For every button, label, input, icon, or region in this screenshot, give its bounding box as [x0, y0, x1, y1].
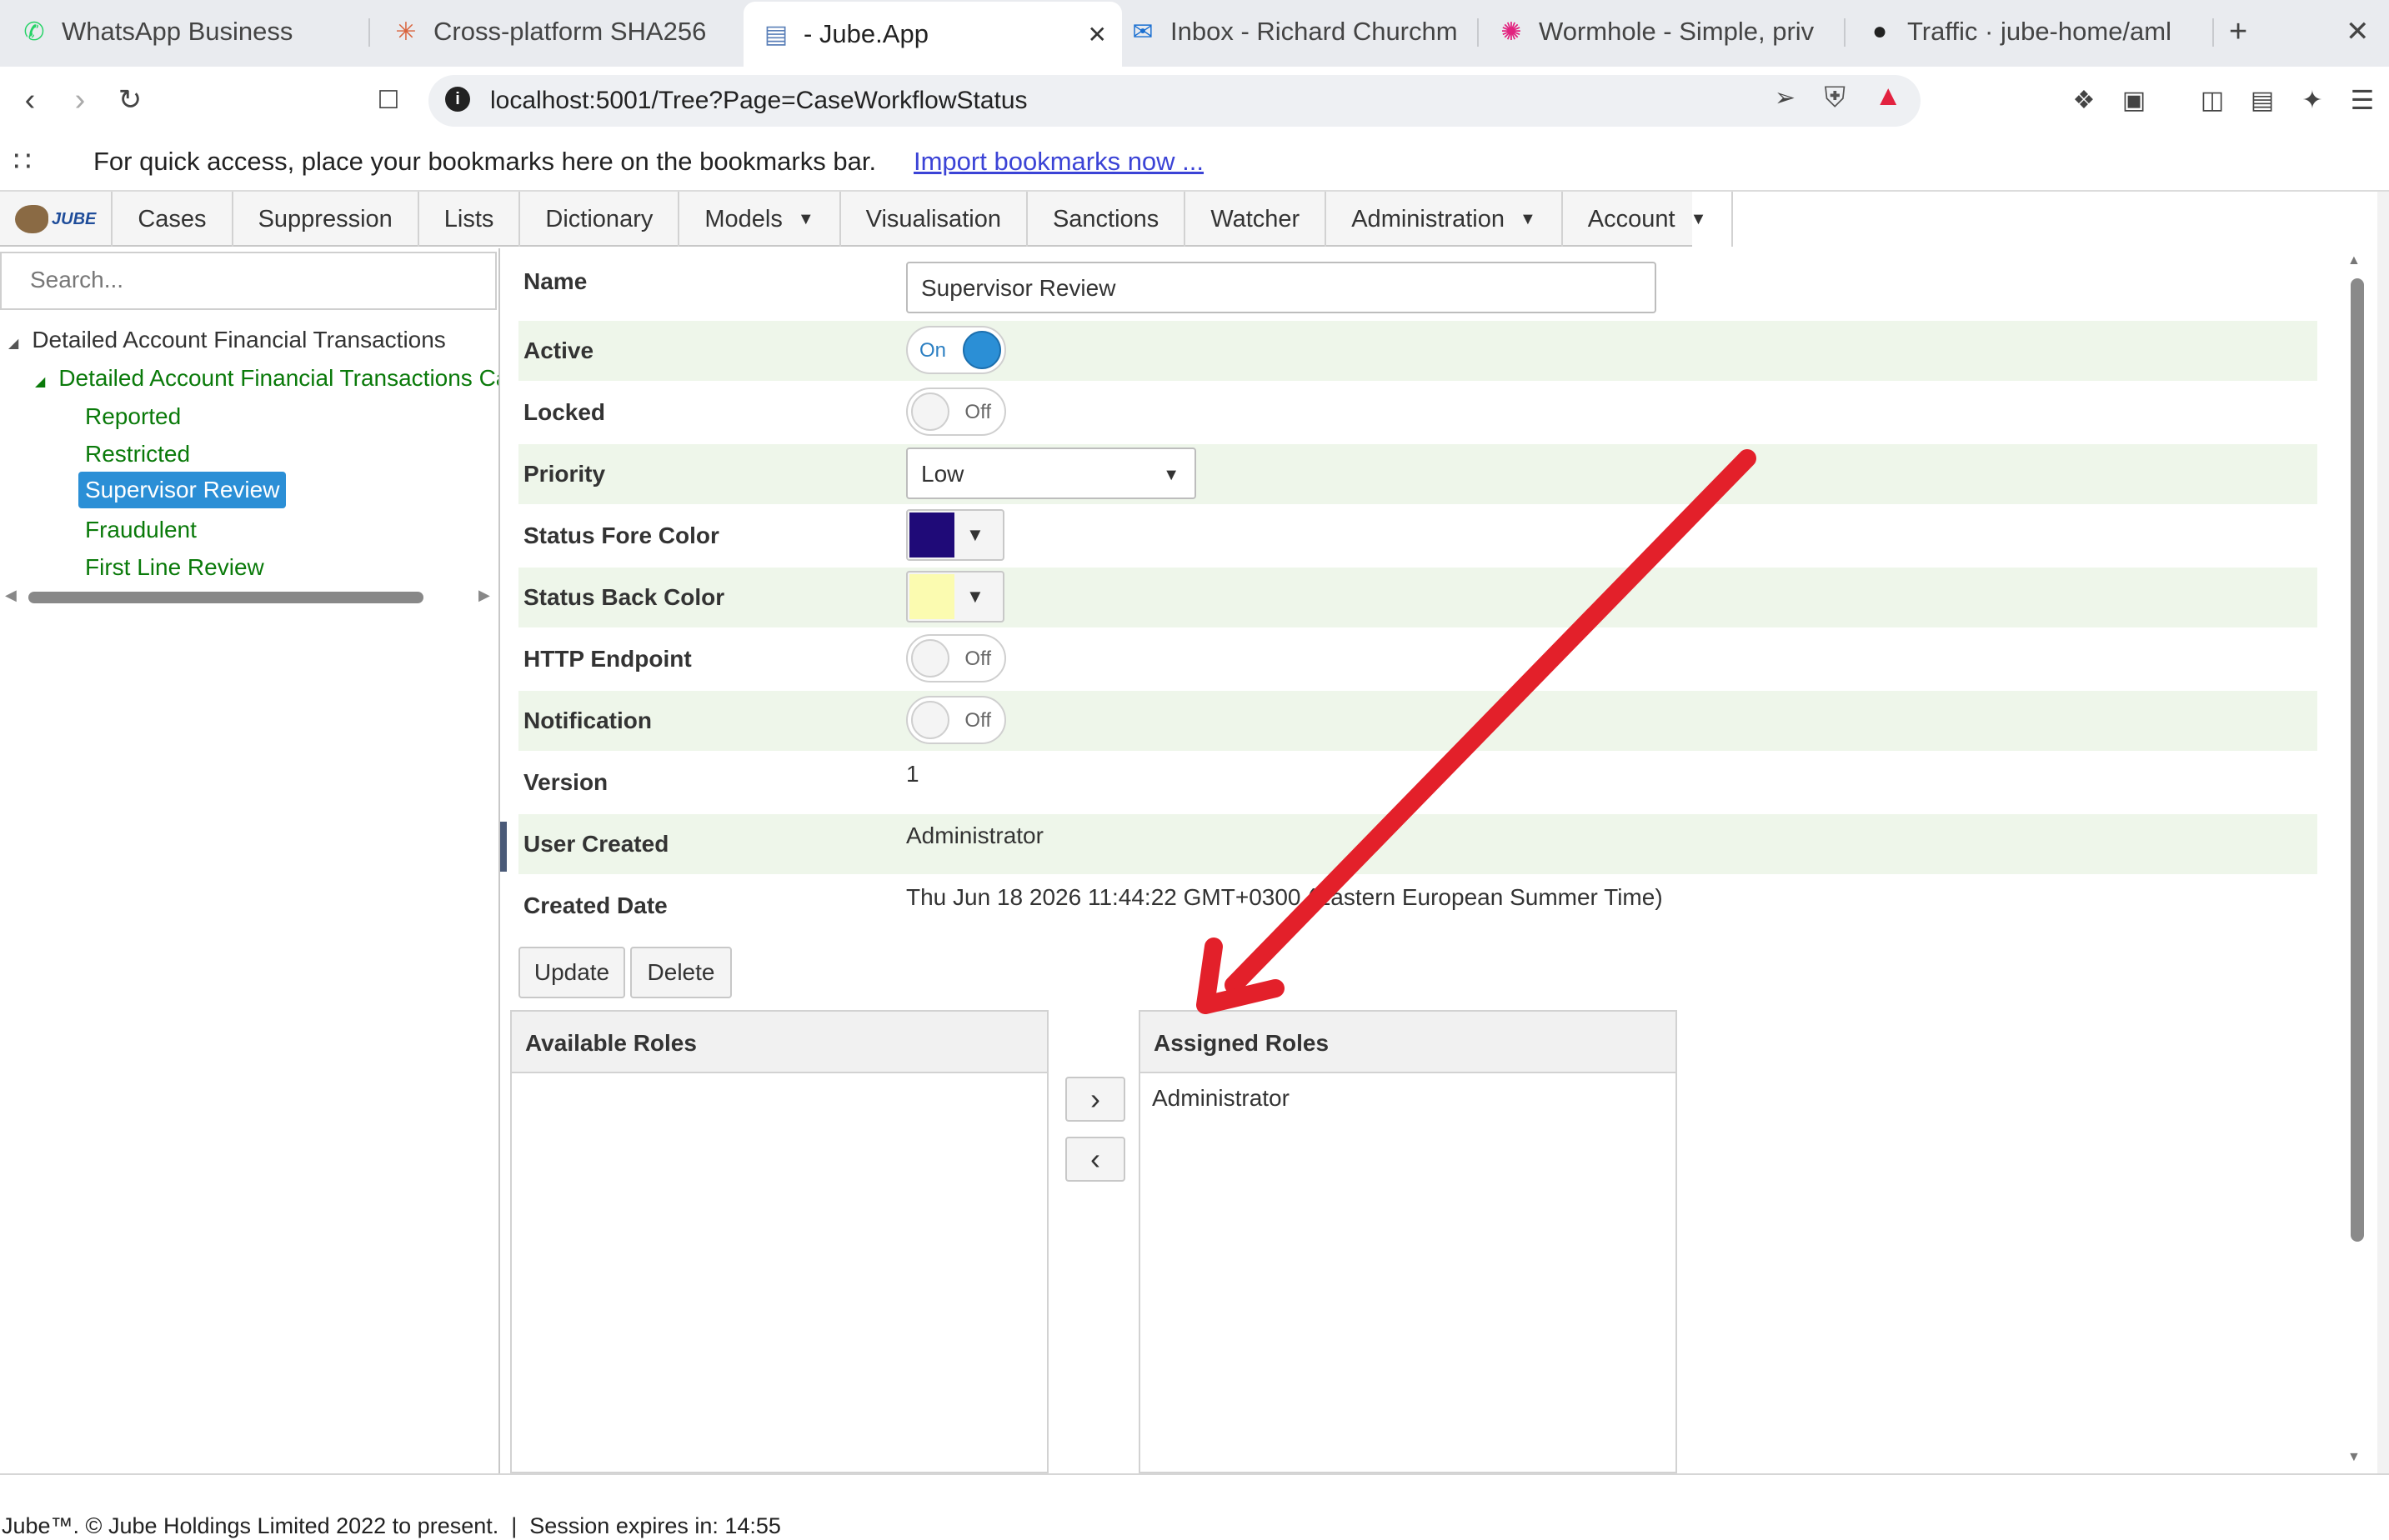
footer: Jube™. © Jube Holdings Limited 2022 to p… [0, 1473, 2389, 1540]
arrow-shaft [1225, 449, 1756, 994]
footer-text: Jube™. © Jube Holdings Limited 2022 to p… [2, 1513, 781, 1538]
annotation-arrow [1196, 449, 1756, 1014]
